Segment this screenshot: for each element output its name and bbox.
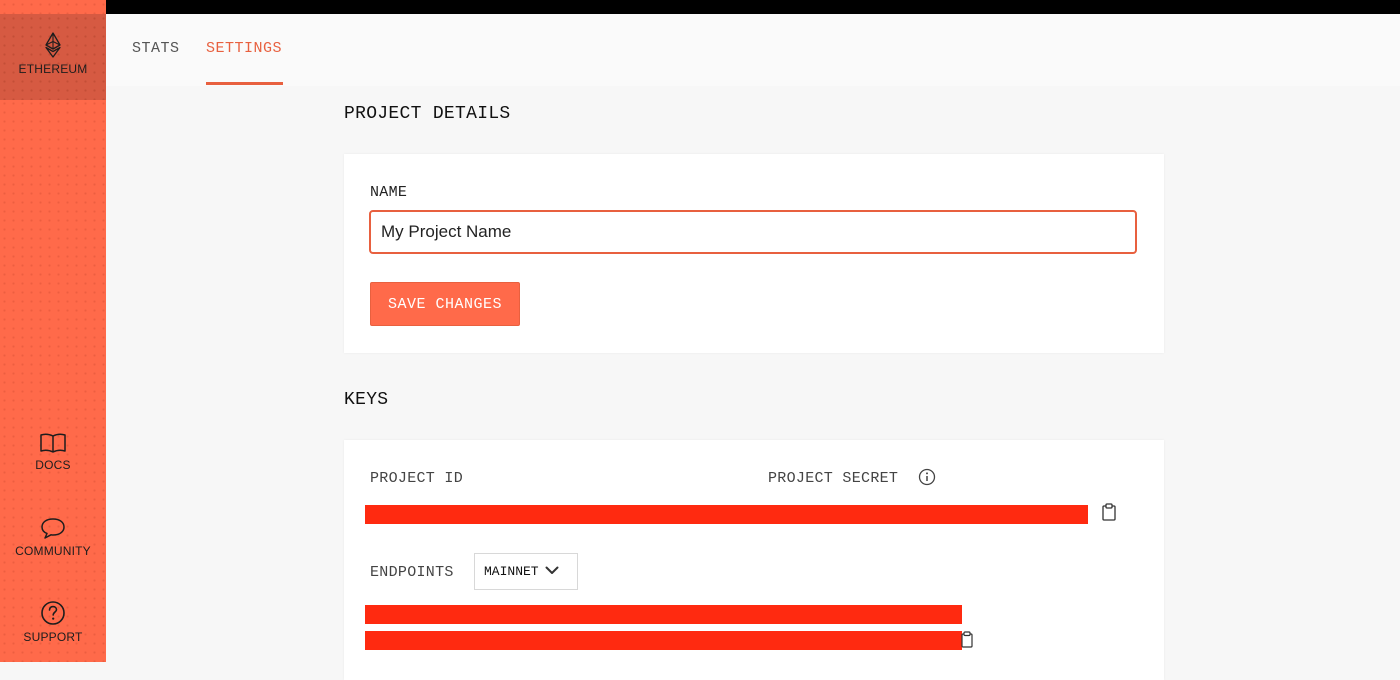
- project-details-heading: PROJECT DETAILS: [344, 104, 511, 124]
- chat-bubble-icon: [0, 516, 106, 540]
- sidebar-item-docs[interactable]: DOCS: [0, 432, 106, 472]
- copy-clipboard-icon[interactable]: [961, 631, 973, 653]
- redacted-keys: [365, 505, 1088, 524]
- save-changes-button[interactable]: SAVE CHANGES: [370, 282, 520, 326]
- redacted-endpoint-1: [365, 605, 962, 624]
- tab-bar: STATS SETTINGS: [106, 14, 1400, 86]
- project-id-label: PROJECT ID: [370, 470, 464, 487]
- top-bar: [106, 0, 1400, 14]
- network-select[interactable]: MAINNET: [474, 553, 578, 590]
- endpoints-label: ENDPOINTS: [370, 564, 454, 581]
- active-tab-indicator: [206, 82, 283, 85]
- ethereum-icon: [0, 14, 106, 58]
- sidebar-item-support[interactable]: SUPPORT: [0, 600, 106, 644]
- book-icon: [0, 432, 106, 454]
- sidebar-item-label: SUPPORT: [23, 630, 83, 644]
- sidebar-item-community[interactable]: COMMUNITY: [0, 516, 106, 558]
- name-label: NAME: [370, 184, 408, 201]
- info-icon[interactable]: [918, 468, 936, 491]
- network-select-value: MAINNET: [484, 564, 539, 579]
- copy-clipboard-icon[interactable]: [1101, 503, 1117, 526]
- tab-stats[interactable]: STATS: [132, 40, 180, 57]
- question-circle-icon: [0, 600, 106, 626]
- sidebar-item-ethereum[interactable]: ETHEREUM: [0, 14, 106, 100]
- tab-settings[interactable]: SETTINGS: [206, 40, 282, 57]
- keys-card: PROJECT ID PROJECT SECRET ENDPOINTS MAIN…: [344, 440, 1164, 680]
- project-name-input[interactable]: [369, 210, 1137, 254]
- sidebar-item-label: DOCS: [35, 458, 71, 472]
- project-details-card: NAME SAVE CHANGES: [344, 154, 1164, 353]
- keys-heading: KEYS: [344, 390, 389, 410]
- redacted-endpoint-2: [365, 631, 962, 650]
- sidebar-item-label: COMMUNITY: [15, 544, 91, 558]
- sidebar: ETHEREUM DOCS COMMUNITY SUPPORT: [0, 0, 106, 662]
- sidebar-item-label: ETHEREUM: [18, 62, 88, 76]
- project-secret-label: PROJECT SECRET: [768, 470, 899, 487]
